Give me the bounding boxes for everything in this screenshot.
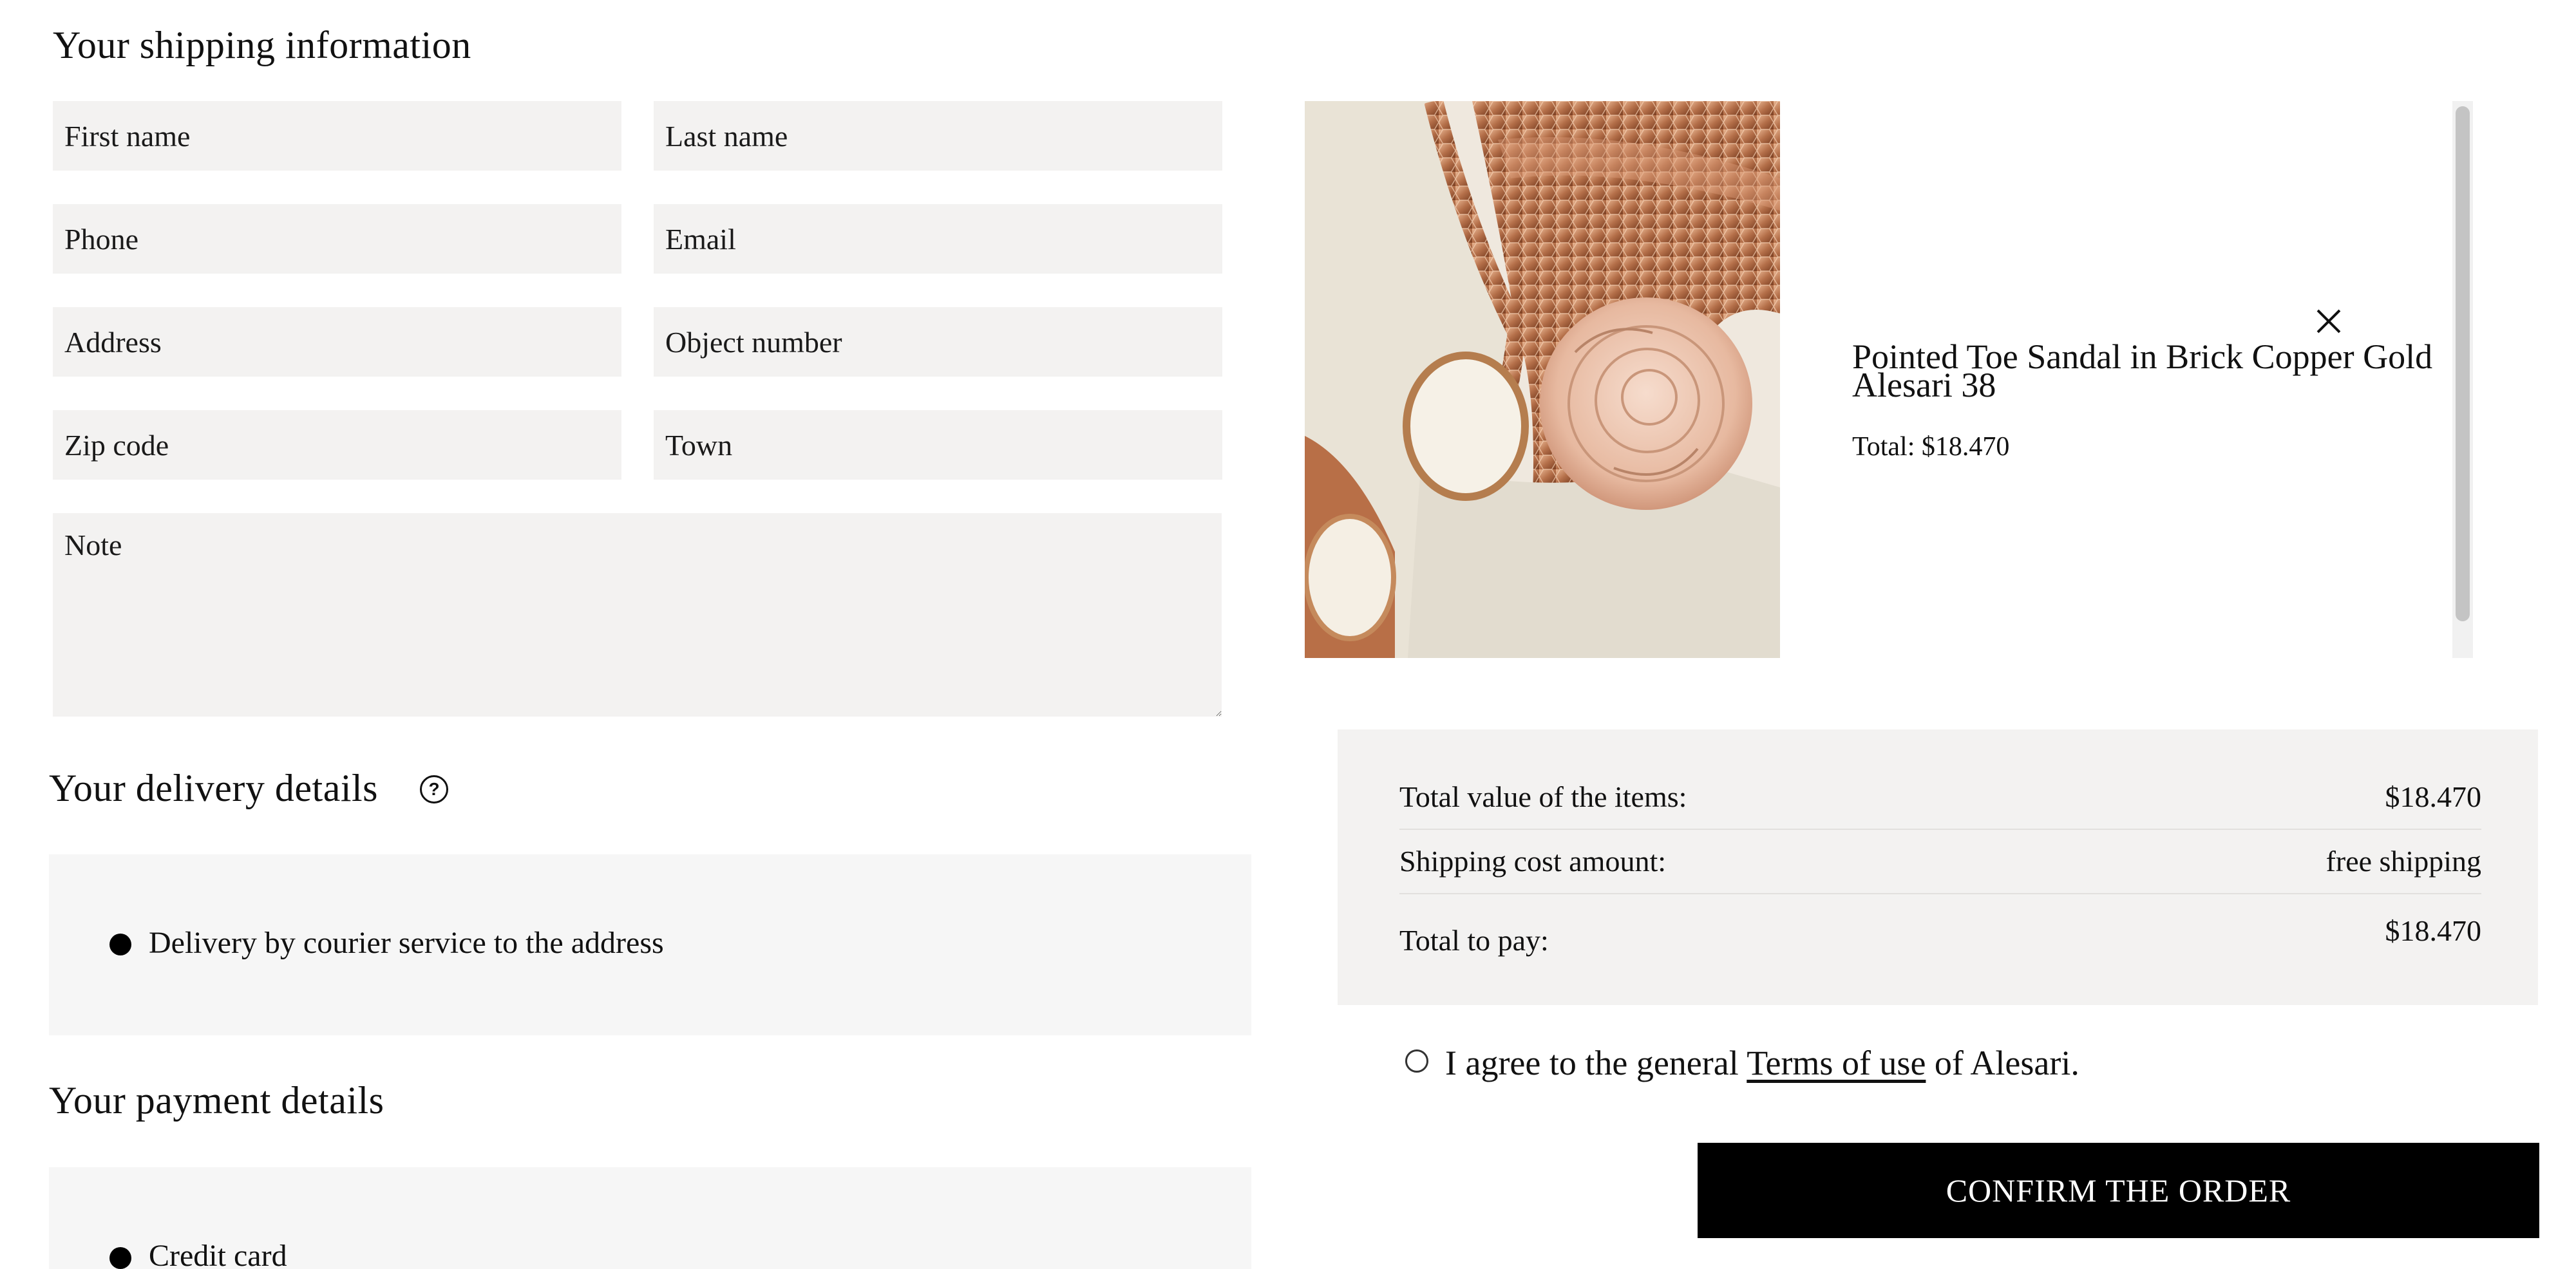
terms-agree-text: I agree to the general Terms of use of A… <box>1445 1043 2079 1083</box>
product-image <box>1305 101 1780 658</box>
payment-heading: Your payment details <box>49 1079 384 1122</box>
shipping-cost-value: free shipping <box>2325 845 2481 878</box>
delivery-option-panel: Delivery by courier service to the addre… <box>49 854 1251 1035</box>
zip-code-input[interactable] <box>53 410 621 480</box>
payment-option-label: Credit card <box>149 1239 287 1269</box>
terms-of-use-link[interactable]: Terms of use <box>1747 1044 1926 1082</box>
order-summary: Total value of the items: $18.470 Shippi… <box>1338 729 2538 1005</box>
terms-prefix: I agree to the general <box>1445 1044 1739 1082</box>
shipping-cost-label: Shipping cost amount: <box>1399 845 1666 878</box>
summary-divider <box>1399 893 2481 894</box>
first-name-input[interactable] <box>53 101 621 171</box>
delivery-option-label: Delivery by courier service to the addre… <box>149 926 664 960</box>
delivery-heading: Your delivery details <box>49 767 379 809</box>
question-circle-icon[interactable]: ? <box>420 775 448 804</box>
confirm-order-button[interactable]: CONFIRM THE ORDER <box>1698 1143 2539 1238</box>
terms-agree-radio[interactable] <box>1405 1049 1428 1073</box>
summary-divider <box>1399 829 2481 830</box>
items-total-value: $18.470 <box>2385 780 2482 813</box>
phone-input[interactable] <box>53 204 621 274</box>
delivery-radio-selected[interactable] <box>109 934 131 955</box>
items-total-label: Total value of the items: <box>1399 780 1687 813</box>
close-icon[interactable] <box>2316 308 2342 334</box>
town-input[interactable] <box>654 410 1222 480</box>
product-name: Pointed Toe Sandal in Brick Copper Gold … <box>1852 339 2432 402</box>
payment-option-panel: Credit card <box>49 1167 1251 1269</box>
address-input[interactable] <box>53 307 621 377</box>
object-number-input[interactable] <box>654 307 1222 377</box>
payment-radio-selected[interactable] <box>109 1247 131 1269</box>
note-textarea[interactable] <box>53 513 1222 717</box>
shipping-heading: Your shipping information <box>53 24 471 66</box>
cart-scrollbar-thumb[interactable] <box>2456 106 2470 621</box>
terms-suffix: of Alesari. <box>1934 1044 2079 1082</box>
total-to-pay-label: Total to pay: <box>1399 924 1549 957</box>
last-name-input[interactable] <box>654 101 1222 171</box>
total-to-pay-value: $18.470 <box>2385 914 2482 947</box>
product-total: Total: $18.470 <box>1852 432 2010 462</box>
email-input[interactable] <box>654 204 1222 274</box>
